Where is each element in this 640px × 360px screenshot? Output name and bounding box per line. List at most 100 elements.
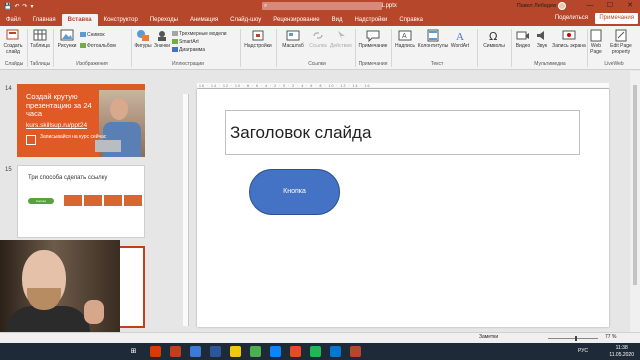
windows-taskbar: ⊞ РУС 11:38 11.05.2020 [0,343,640,360]
screen-recording-button[interactable]: Запись экрана [551,29,587,49]
app-icon[interactable] [150,346,161,357]
audio-button[interactable]: Звук [533,29,551,49]
new-slide-label: Создать слайд [3,43,23,55]
icons-button[interactable]: Значки [153,29,171,49]
tab-slideshow[interactable]: Слайд-шоу [224,14,267,26]
tab-view[interactable]: Вид [326,14,349,26]
save-icon[interactable]: 💾 [4,3,11,10]
pictures-icon [60,29,74,41]
symbols-label: Символы [483,43,505,49]
laptop-image [95,140,121,152]
comment-button[interactable]: Примечание [357,29,389,49]
user-name[interactable]: Павел Лебедев [517,0,556,12]
header-footer-button[interactable]: Колонтитулы [417,29,449,49]
header-footer-icon [427,29,439,42]
clock[interactable]: 11:38 11.05.2020 [609,345,634,358]
smartart-button[interactable]: SmartArt [172,39,199,45]
wordart-button[interactable]: A WordArt [449,29,471,49]
window-controls: — ☐ ✕ [580,0,640,12]
undo-icon[interactable]: ↶ [14,3,19,10]
app-icon[interactable] [270,346,281,357]
app-icon[interactable] [290,346,301,357]
maximize-button[interactable]: ☐ [600,0,620,12]
shapes-button[interactable]: Фигуры [133,29,153,49]
tab-help[interactable]: Справка [393,14,429,26]
video-button[interactable]: Видео [513,29,533,49]
group-illustrations: Иллюстрации [172,61,204,67]
tab-animations[interactable]: Анимация [184,14,224,26]
table-button[interactable]: Таблица [29,29,51,49]
vertical-scrollbar[interactable] [630,71,640,343]
wordart-label: WordArt [450,43,470,49]
link-button[interactable]: Ссылка [307,29,329,49]
avatar[interactable] [558,2,566,10]
tab-transitions[interactable]: Переходы [144,14,184,26]
svg-text:A: A [402,33,407,40]
ruler-marks: 16 · 14 · 12 · 10 · 8 · 6 · 4 · 2 · 0 · … [199,84,371,88]
zoom-level[interactable]: 77 % [605,334,616,340]
tab-addins[interactable]: Надстройки [348,14,393,26]
redo-icon[interactable]: ↷ [23,3,28,10]
zoom-slider[interactable] [548,338,598,339]
comments-button[interactable]: Примечания [595,13,638,24]
tab-design[interactable]: Конструктор [98,14,144,26]
pictures-button[interactable]: Рисунки [56,29,78,49]
app-icon[interactable] [190,346,201,357]
photo-album-button[interactable]: Фотоальбом [80,43,116,49]
slide-thumbnail-15[interactable]: Три способа сделать ссылку Кнопка [17,165,145,238]
notes-button[interactable]: Заметки [479,334,498,340]
app-icon[interactable] [210,346,221,357]
chart-label: Диаграмма [179,47,206,53]
3d-models-button[interactable]: Трехмерные модели [172,31,227,37]
language-indicator[interactable]: РУС [578,348,588,354]
edit-page-icon [615,29,627,42]
table-label: Таблица [30,43,50,49]
share-button[interactable]: Поделиться [555,13,588,24]
oval-button-shape[interactable]: Кнопка [249,169,340,215]
start-icon[interactable]: ⊞ [128,346,139,357]
title-placeholder[interactable]: Заголовок слайда [225,110,580,155]
svg-text:Ω: Ω [489,30,497,42]
edit-page-button[interactable]: Edit Page property [604,29,638,55]
tab-file[interactable]: Файл [0,14,27,26]
search-input[interactable]: ⌕ [262,2,382,10]
action-button[interactable]: Действие [329,29,353,49]
screenshot-button[interactable]: Снимок [80,32,105,38]
tab-review[interactable]: Рецензирование [267,14,325,26]
chart-button[interactable]: Диаграмма [172,47,205,53]
symbols-button[interactable]: Ω Символы [479,29,509,49]
tab-home[interactable]: Главная [27,14,62,26]
slide-15-image [104,195,122,206]
zoom-slider-knob[interactable] [575,336,577,341]
app-icon[interactable] [310,346,321,357]
app-icon[interactable] [330,346,341,357]
new-slide-button[interactable]: Создать слайд [2,29,24,55]
customize-qat-icon[interactable]: ▾ [31,3,34,10]
divider [477,29,478,67]
screenshot-icon [80,32,86,38]
web-page-icon [590,29,602,42]
textbox-button[interactable]: A Надпись [393,29,417,49]
web-page-label: Web Page [590,43,602,55]
ribbon-tabs: Файл Главная Вставка Конструктор Переход… [0,12,640,26]
addins-icon [252,30,264,41]
zoom-button[interactable]: Масштаб [278,29,308,49]
new-slide-icon [6,29,19,40]
minimize-button[interactable]: — [580,0,600,12]
divider [131,29,132,67]
slide-canvas[interactable]: Заголовок слайда Кнопка [197,89,609,327]
photo-album-icon [80,43,86,49]
folder-icon[interactable] [230,346,241,357]
app-icon[interactable] [170,346,181,357]
close-button[interactable]: ✕ [620,0,640,12]
powerpoint-icon[interactable] [350,346,361,357]
app-icon[interactable] [250,346,261,357]
pictures-label: Рисунки [57,43,77,49]
slide-title: Заголовок слайда [230,123,372,142]
scrollbar-thumb[interactable] [633,85,637,285]
slide-thumbnail-14[interactable]: Создай крутую презентацию за 24 часа kur… [17,84,145,157]
smartart-icon [172,39,178,45]
addins-button[interactable]: Надстройки [242,29,274,49]
web-page-button[interactable]: Web Page [587,29,605,55]
tab-insert[interactable]: Вставка [61,14,98,26]
